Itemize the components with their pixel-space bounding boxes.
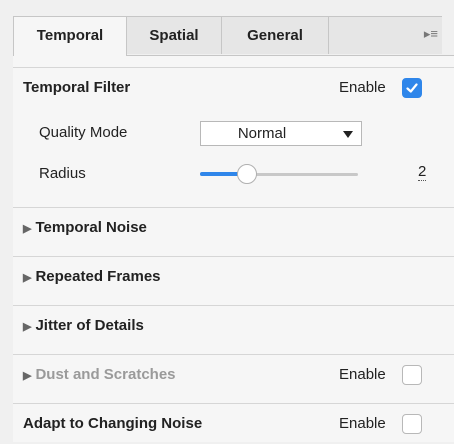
tab-content: Temporal Filter Enable Quality Mode Norm… (13, 56, 454, 442)
section-title: Adapt to Changing Noise (23, 415, 203, 432)
section-jitter-of-details[interactable]: ▶ Jitter of Details (13, 306, 454, 346)
enable-label: Enable (339, 415, 386, 432)
section-title: Jitter of Details (35, 317, 144, 334)
adapt-to-changing-noise-enable-checkbox[interactable] (402, 414, 422, 434)
panel: Temporal Spatial General ▸≡ Temporal Fil… (0, 0, 454, 442)
section-title: Temporal Noise (35, 219, 147, 236)
disclosure-triangle-icon: ▶ (23, 272, 32, 284)
radius-slider[interactable] (200, 163, 372, 185)
section-temporal-filter[interactable]: Temporal Filter Enable (13, 68, 454, 108)
checkmark-icon (406, 83, 418, 93)
tab-general[interactable]: General (221, 16, 329, 54)
section-dust-and-scratches[interactable]: ▶ Dust and Scratches Enable (13, 355, 454, 395)
tab-bar: Temporal Spatial General ▸≡ (0, 0, 454, 56)
disclosure-triangle-icon: ▶ (23, 321, 32, 333)
quality-mode-value: Normal (237, 125, 287, 142)
section-title: Temporal Filter (23, 79, 131, 96)
tab-spatial[interactable]: Spatial (126, 16, 222, 54)
radius-value[interactable]: 2 (418, 164, 427, 181)
section-title: Repeated Frames (35, 268, 161, 285)
radius-label: Radius (39, 165, 86, 182)
chevron-down-icon (343, 131, 353, 138)
section-adapt-to-changing-noise[interactable]: Adapt to Changing Noise Enable (13, 404, 454, 444)
enable-label: Enable (339, 366, 386, 383)
slider-knob[interactable] (237, 164, 258, 184)
panel-menu-icon[interactable]: ▸≡ (424, 26, 438, 42)
disclosure-triangle-icon: ▶ (23, 370, 32, 382)
dust-and-scratches-enable-checkbox[interactable] (402, 365, 422, 385)
enable-label: Enable (339, 79, 386, 96)
section-repeated-frames[interactable]: ▶ Repeated Frames (13, 257, 454, 297)
disclosure-triangle-icon: ▶ (23, 223, 32, 235)
quality-mode-label: Quality Mode (39, 124, 128, 141)
section-temporal-noise[interactable]: ▶ Temporal Noise (13, 208, 454, 248)
section-title: Dust and Scratches (35, 366, 176, 383)
tab-temporal[interactable]: Temporal (13, 16, 127, 56)
tab-bar-filler: ▸≡ (328, 16, 442, 54)
quality-mode-select[interactable]: Normal (200, 121, 362, 146)
temporal-filter-enable-checkbox[interactable] (402, 78, 422, 98)
